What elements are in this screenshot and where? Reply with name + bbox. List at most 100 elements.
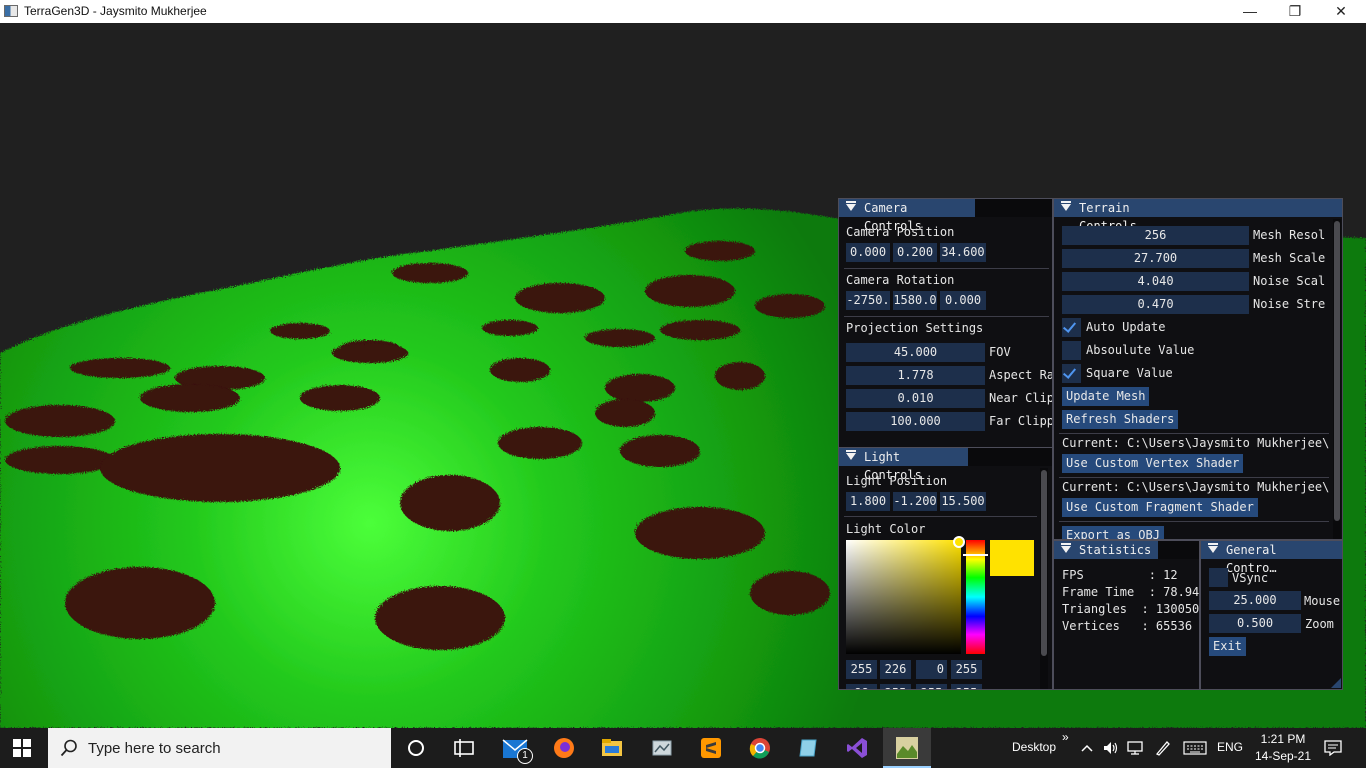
auto-update-checkbox[interactable]: [1062, 318, 1081, 337]
collapse-triangle-icon[interactable]: [1208, 543, 1218, 553]
file-explorer-icon[interactable]: [600, 736, 624, 760]
terrain-controls-titlebar[interactable]: Terrain Controls: [1054, 199, 1342, 233]
light-controls-titlebar[interactable]: Light Controls: [839, 448, 1052, 482]
terrain-controls-tab[interactable]: Terrain Controls: [1054, 199, 1197, 233]
color-b-field[interactable]: 0: [916, 660, 947, 679]
aspect-ratio-field[interactable]: 1.778: [846, 366, 985, 385]
pen-workspace-icon[interactable]: [1154, 740, 1172, 756]
window-title: TerraGen3D - Jaysmito Mukherjee: [24, 4, 207, 18]
collapse-triangle-icon[interactable]: [1061, 543, 1071, 553]
touch-keyboard-icon[interactable]: [1183, 741, 1207, 755]
general-controls-titlebar[interactable]: General Contro…: [1201, 541, 1342, 575]
statistics-window[interactable]: Statistics FPS : 12 Frame Time : 78.94 T…: [1053, 540, 1200, 690]
use-custom-vertex-shader-button[interactable]: Use Custom Vertex Shader: [1062, 454, 1244, 473]
camera-rotation-x-field[interactable]: -2750.: [846, 291, 890, 310]
show-hidden-icons-icon[interactable]: [1080, 741, 1094, 755]
notepad-icon[interactable]: [796, 736, 820, 760]
color-r-field[interactable]: 255: [846, 660, 877, 679]
network-icon[interactable]: [1126, 740, 1144, 756]
sublime-text-icon[interactable]: [699, 736, 723, 760]
volume-icon[interactable]: [1102, 740, 1120, 756]
hue-slider-handle[interactable]: [963, 554, 988, 556]
color-g-field[interactable]: 226: [880, 660, 911, 679]
scrollbar-thumb[interactable]: [1041, 470, 1047, 656]
mesh-scale-field[interactable]: 27.700: [1062, 249, 1249, 268]
near-clip-label: Near Clip: [989, 391, 1053, 405]
square-value-checkbox[interactable]: [1062, 364, 1081, 383]
light-controls-tab[interactable]: Light Controls: [839, 448, 968, 482]
minimize-button[interactable]: —: [1227, 0, 1273, 23]
camera-position-y-field[interactable]: 0.200: [893, 243, 937, 262]
close-button[interactable]: ✕: [1318, 0, 1364, 23]
hue-slider[interactable]: [966, 540, 985, 654]
color-picker-cursor[interactable]: [953, 536, 965, 548]
statistics-tab[interactable]: Statistics: [1054, 541, 1158, 559]
general-controls-window[interactable]: General Contro… VSync 25.000 Mouse 0.500…: [1200, 540, 1343, 690]
taskbar-search-box[interactable]: Type here to search: [48, 728, 391, 768]
checkmark-icon: [1062, 319, 1077, 333]
noise-strength-field[interactable]: 0.470: [1062, 295, 1249, 314]
photos-icon[interactable]: [650, 736, 674, 760]
clock-date[interactable]: 14-Sep-21: [1254, 749, 1312, 763]
visual-studio-icon[interactable]: [845, 736, 869, 760]
fov-field[interactable]: 45.000: [846, 343, 985, 362]
absolute-value-checkbox[interactable]: [1062, 341, 1081, 360]
color-a-field[interactable]: 255: [951, 660, 982, 679]
camera-rotation-z-field[interactable]: 0.000: [940, 291, 986, 310]
mesh-resolution-field[interactable]: 256: [1062, 226, 1249, 245]
camera-controls-tab[interactable]: Camera Controls: [839, 199, 975, 233]
terrain-controls-window[interactable]: Terrain Controls 256 Mesh Resol 27.700 M…: [1053, 198, 1343, 540]
camera-rotation-y-field[interactable]: 1580.0: [893, 291, 937, 310]
mail-badge: 1: [517, 748, 533, 764]
cortana-icon[interactable]: [404, 736, 428, 760]
light-controls-window[interactable]: Light Controls Light Position 1.800 -1.2…: [838, 447, 1053, 690]
scrollbar-thumb[interactable]: [1334, 221, 1340, 521]
camera-position-z-field[interactable]: 34.600: [940, 243, 986, 262]
mail-icon[interactable]: 1: [500, 736, 533, 764]
firefox-icon[interactable]: [552, 736, 576, 760]
mouse-sensitivity-field[interactable]: 25.000: [1209, 591, 1301, 610]
light-controls-scrollbar[interactable]: [1040, 468, 1048, 689]
collapse-triangle-icon[interactable]: [846, 201, 856, 211]
color-row2-field[interactable]: 88: [846, 684, 877, 689]
toolbar-overflow-icon[interactable]: »: [1062, 730, 1069, 744]
refresh-shaders-button[interactable]: Refresh Shaders: [1062, 410, 1179, 429]
camera-position-x-field[interactable]: 0.000: [846, 243, 890, 262]
fragment-shader-path: Current: C:\Users\Jaysmito Mukherjee\D: [1062, 480, 1330, 494]
terrain-controls-scrollbar[interactable]: [1333, 219, 1341, 539]
camera-controls-window[interactable]: Camera Controls Camera Position 0.000 0.…: [838, 198, 1053, 450]
terragen3d-taskbar-button[interactable]: [883, 728, 931, 768]
color-row2-field[interactable]: 255: [880, 684, 911, 689]
zoom-field[interactable]: 0.500: [1209, 614, 1301, 633]
update-mesh-button[interactable]: Update Mesh: [1062, 387, 1150, 406]
notifications-icon[interactable]: [1324, 740, 1342, 756]
noise-scale-field[interactable]: 4.040: [1062, 272, 1249, 291]
near-clip-field[interactable]: 0.010: [846, 389, 985, 408]
statistics-titlebar[interactable]: Statistics: [1054, 541, 1199, 559]
desktop-toolbar-label[interactable]: Desktop: [1012, 740, 1056, 754]
color-saturation-value-picker[interactable]: [846, 540, 961, 654]
vsync-checkbox[interactable]: [1209, 568, 1228, 587]
color-row2-field[interactable]: 255: [951, 684, 982, 689]
maximize-button[interactable]: ❐: [1272, 0, 1318, 23]
window-titlebar[interactable]: TerraGen3D - Jaysmito Mukherjee — ❐ ✕: [0, 0, 1366, 23]
task-view-icon[interactable]: [452, 736, 476, 760]
resize-grip-icon[interactable]: [1331, 678, 1341, 688]
export-obj-button[interactable]: Export as OBJ: [1062, 526, 1164, 539]
collapse-triangle-icon[interactable]: [846, 450, 856, 460]
fps-stat: FPS : 12: [1062, 568, 1178, 582]
exit-button[interactable]: Exit: [1209, 637, 1246, 656]
color-row2-field[interactable]: 255: [916, 684, 947, 689]
clock-time[interactable]: 1:21 PM: [1258, 732, 1308, 746]
use-custom-fragment-shader-button[interactable]: Use Custom Fragment Shader: [1062, 498, 1258, 517]
camera-controls-titlebar[interactable]: Camera Controls: [839, 199, 1052, 233]
windows-start-icon[interactable]: [13, 739, 31, 757]
far-clip-field[interactable]: 100.000: [846, 412, 985, 431]
language-indicator[interactable]: ENG: [1217, 740, 1243, 754]
light-position-y-field[interactable]: -1.200: [893, 492, 937, 511]
light-position-z-field[interactable]: 15.500: [940, 492, 986, 511]
light-position-x-field[interactable]: 1.800: [846, 492, 890, 511]
collapse-triangle-icon[interactable]: [1061, 201, 1071, 211]
general-controls-tab[interactable]: General Contro…: [1201, 541, 1342, 575]
chrome-icon[interactable]: [748, 736, 772, 760]
